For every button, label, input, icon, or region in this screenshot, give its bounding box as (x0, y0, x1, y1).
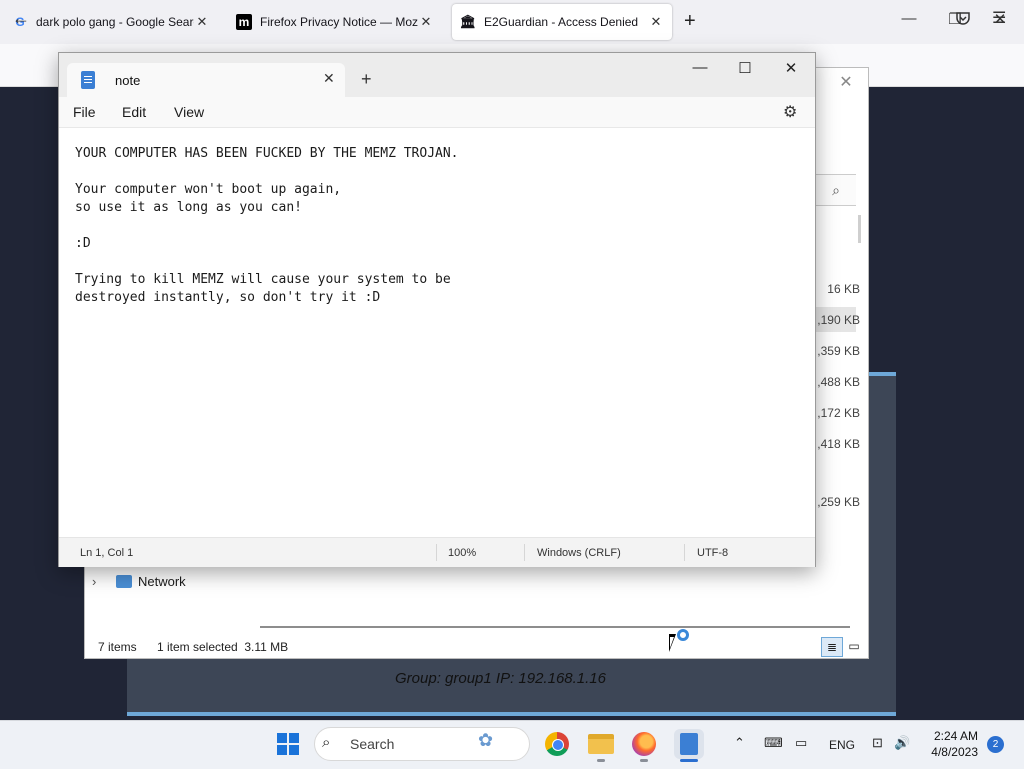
keyboard-icon[interactable]: ⌨ (764, 735, 783, 751)
active-indicator (680, 759, 698, 762)
busy-spinner-icon (677, 629, 689, 641)
vertical-scrollbar[interactable] (858, 215, 861, 243)
tab-title: E2Guardian - Access Denied (484, 15, 639, 29)
line-ending: Windows (CRLF) (537, 547, 621, 559)
tab-title: dark polo gang - Google Search (36, 15, 194, 29)
horizontal-scrollbar[interactable] (260, 626, 850, 628)
notepad-tab[interactable]: note ✕ (67, 63, 345, 97)
tab-close-icon[interactable]: ✕ (323, 70, 335, 87)
notepad-taskbar-icon[interactable] (674, 729, 704, 759)
notepad-icon (81, 71, 95, 89)
tab-title: note (115, 73, 141, 88)
status-divider (524, 544, 525, 561)
nav-item-network[interactable]: › Network (92, 574, 186, 589)
browser-minimize-button[interactable]: — (894, 10, 924, 27)
institution-icon: 🏛 (459, 14, 477, 29)
notification-badge[interactable]: 2 (987, 736, 1004, 753)
mozilla-icon: m (236, 14, 252, 30)
search-icon: ⌕ (322, 734, 331, 751)
settings-gear-icon[interactable]: ⚙ (783, 102, 797, 122)
menu-view[interactable]: View (174, 104, 204, 120)
tab-close-icon[interactable]: ✕ (648, 14, 664, 30)
file-size: 16 KB (827, 282, 860, 296)
tab-title: Firefox Privacy Notice — Mozil (260, 15, 418, 29)
zoom-level: 100% (448, 547, 477, 559)
chrome-icon[interactable] (542, 729, 572, 759)
new-tab-button[interactable]: + (684, 10, 696, 33)
clock-time[interactable]: 2:24 AM (930, 729, 978, 743)
status-divider (684, 544, 685, 561)
tiles-view-button[interactable]: ▭ (844, 637, 864, 655)
running-indicator (597, 759, 605, 762)
menu-bar: File Edit View ⚙ (59, 97, 815, 128)
encoding: UTF-8 (697, 547, 729, 559)
group-ip-info: Group: group1 IP: 192.168.1.16 (395, 670, 606, 687)
file-explorer-icon[interactable] (586, 729, 616, 759)
tab-close-icon[interactable]: ✕ (418, 14, 434, 30)
mouse-pointer-fill (670, 637, 674, 648)
file-size: ,259 KB (817, 495, 860, 509)
running-indicator (640, 759, 648, 762)
notepad-status-bar: Ln 1, Col 1 100% Windows (CRLF) UTF-8 (59, 537, 815, 567)
file-size: ,172 KB (817, 406, 860, 420)
tab-close-icon[interactable]: ✕ (194, 14, 210, 30)
explorer-close-icon[interactable]: ✕ (836, 72, 856, 92)
maximize-button[interactable]: ☐ (730, 59, 760, 77)
tab-e2guardian[interactable]: 🏛 E2Guardian - Access Denied ✕ (452, 4, 672, 40)
text-editor-content[interactable]: YOUR COMPUTER HAS BEEN FUCKED BY THE MEM… (75, 145, 795, 307)
status-divider (436, 544, 437, 561)
firefox-icon[interactable] (629, 729, 659, 759)
tablet-icon[interactable]: ▭ (795, 735, 807, 751)
file-size: ,359 KB (817, 344, 860, 358)
windows-start-icon[interactable] (277, 733, 299, 755)
file-size: ,418 KB (817, 437, 860, 451)
cursor-position: Ln 1, Col 1 (80, 547, 134, 559)
notepad-window: note ✕ + — ☐ ✕ File Edit View ⚙ YOUR COM… (58, 52, 816, 567)
chevron-right-icon[interactable]: › (92, 574, 108, 589)
network-icon[interactable]: ⊡ (872, 735, 883, 751)
item-count: 7 items (98, 640, 137, 654)
tab-firefox-privacy[interactable]: m Firefox Privacy Notice — Mozil ✕ (228, 4, 442, 40)
app-menu-icon[interactable]: ☰ (992, 8, 1006, 28)
search-highlight-icon: ✿ (478, 730, 494, 750)
volume-icon[interactable]: 🔊 (894, 735, 910, 751)
menu-file[interactable]: File (73, 104, 96, 120)
back-arrow-icon[interactable]: ← (12, 8, 30, 29)
taskbar-search-box[interactable] (314, 727, 530, 761)
pocket-icon[interactable] (955, 10, 971, 29)
nav-item-label: Network (138, 574, 186, 589)
explorer-status-bar: 7 items 1 item selected 3.11 MB (85, 636, 865, 657)
new-tab-button[interactable]: + (361, 69, 372, 90)
input-language[interactable]: ENG (829, 738, 855, 752)
search-placeholder: Search (350, 736, 395, 752)
minimize-button[interactable]: — (685, 59, 715, 76)
file-size: ,488 KB (817, 375, 860, 389)
show-hidden-icons-chevron-icon[interactable]: ⌃ (734, 735, 745, 751)
close-button[interactable]: ✕ (776, 59, 806, 77)
tab-google-search[interactable]: G dark polo gang - Google Search ✕ (4, 4, 218, 40)
menu-edit[interactable]: Edit (122, 104, 146, 120)
clock-date[interactable]: 4/8/2023 (926, 745, 978, 759)
selection-info: 1 item selected 3.11 MB (157, 640, 289, 654)
file-size[interactable]: ,190 KB (812, 313, 860, 327)
details-view-button[interactable]: ≣ (821, 637, 843, 657)
search-icon[interactable]: ⌕ (815, 174, 856, 206)
network-icon (116, 575, 132, 588)
